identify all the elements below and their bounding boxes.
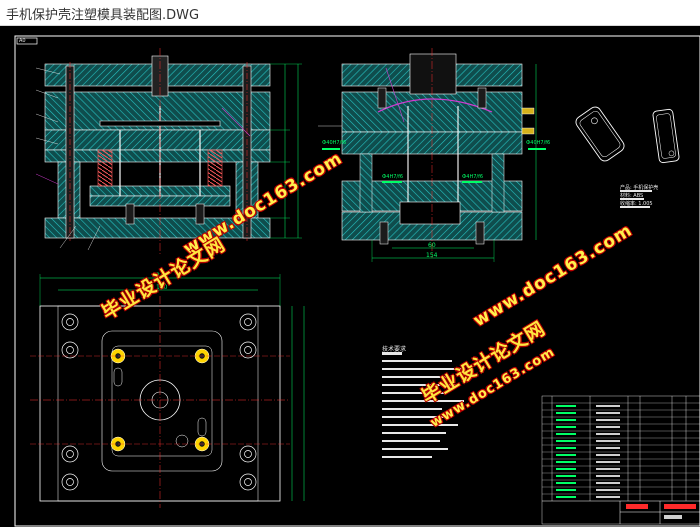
part-note-material: 材料: ABS bbox=[620, 193, 644, 199]
part-note-shrink: 收缩率: 1.005 bbox=[620, 201, 653, 207]
tech-requirements-title: 技术要求 bbox=[382, 346, 407, 353]
dim-label-154: 154 bbox=[426, 252, 438, 259]
parts-list-cell-text bbox=[556, 496, 576, 498]
parts-list-cell-text bbox=[596, 482, 620, 484]
parts-list-cell-text bbox=[556, 426, 576, 428]
parts-list-cell-text bbox=[556, 419, 576, 421]
cad-drawing bbox=[14, 35, 700, 527]
parts-list-cell-text bbox=[556, 412, 576, 414]
fit-note-3: Ф4H7/f6 bbox=[382, 174, 404, 180]
parts-list-cell-text bbox=[596, 461, 620, 463]
parts-list-cell-text bbox=[596, 475, 620, 477]
parts-list-cell-text bbox=[556, 482, 576, 484]
title-block bbox=[542, 500, 700, 524]
side-section-view bbox=[318, 48, 537, 262]
part-isometric-views bbox=[575, 106, 680, 164]
parts-list-cell-text bbox=[596, 468, 620, 470]
parts-list-cell-text bbox=[556, 475, 576, 477]
parts-list-cell-text bbox=[556, 461, 576, 463]
parts-list-rows bbox=[542, 402, 700, 498]
parts-list-cell-text bbox=[556, 440, 576, 442]
parts-list-cell-text bbox=[556, 454, 576, 456]
parts-list-cell-text bbox=[596, 496, 620, 498]
parts-list-cell-text bbox=[556, 433, 576, 435]
dim-label-60: 60 bbox=[428, 242, 436, 249]
parts-list-cell-text bbox=[596, 405, 620, 407]
parts-list-cell-text bbox=[556, 405, 576, 407]
sheet-tag: A0 bbox=[19, 38, 26, 44]
front-section-view bbox=[35, 48, 302, 256]
part-note-product: 产品: 手机保护壳 bbox=[620, 185, 659, 191]
parts-list-cell-text bbox=[556, 447, 576, 449]
parts-list-cell-text bbox=[596, 447, 620, 449]
parts-list-cell-text bbox=[556, 468, 576, 470]
cad-drawing-canvas[interactable]: 240 170 60 154 A0 Ф40H7/f6 Ф40H7/f6 Ф4H7… bbox=[0, 26, 700, 527]
parts-list-cell-text bbox=[596, 440, 620, 442]
parts-list-cell-text bbox=[596, 419, 620, 421]
plan-view bbox=[30, 274, 305, 508]
parts-list-cell-text bbox=[596, 489, 620, 491]
parts-list-cell-text bbox=[596, 426, 620, 428]
parts-list-cell-text bbox=[596, 454, 620, 456]
window-title: 手机保护壳注塑模具装配图.DWG bbox=[6, 8, 200, 23]
window-title-bar: 手机保护壳注塑模具装配图.DWG bbox=[0, 0, 700, 26]
fit-note-2: Ф40H7/f6 bbox=[526, 140, 551, 146]
fit-note-4: Ф4H7/f6 bbox=[462, 174, 484, 180]
parts-list-cell-text bbox=[596, 433, 620, 435]
parts-list-cell-text bbox=[596, 412, 620, 414]
parts-list-cell-text bbox=[556, 489, 576, 491]
fit-note-1: Ф40H7/f6 bbox=[322, 140, 347, 146]
